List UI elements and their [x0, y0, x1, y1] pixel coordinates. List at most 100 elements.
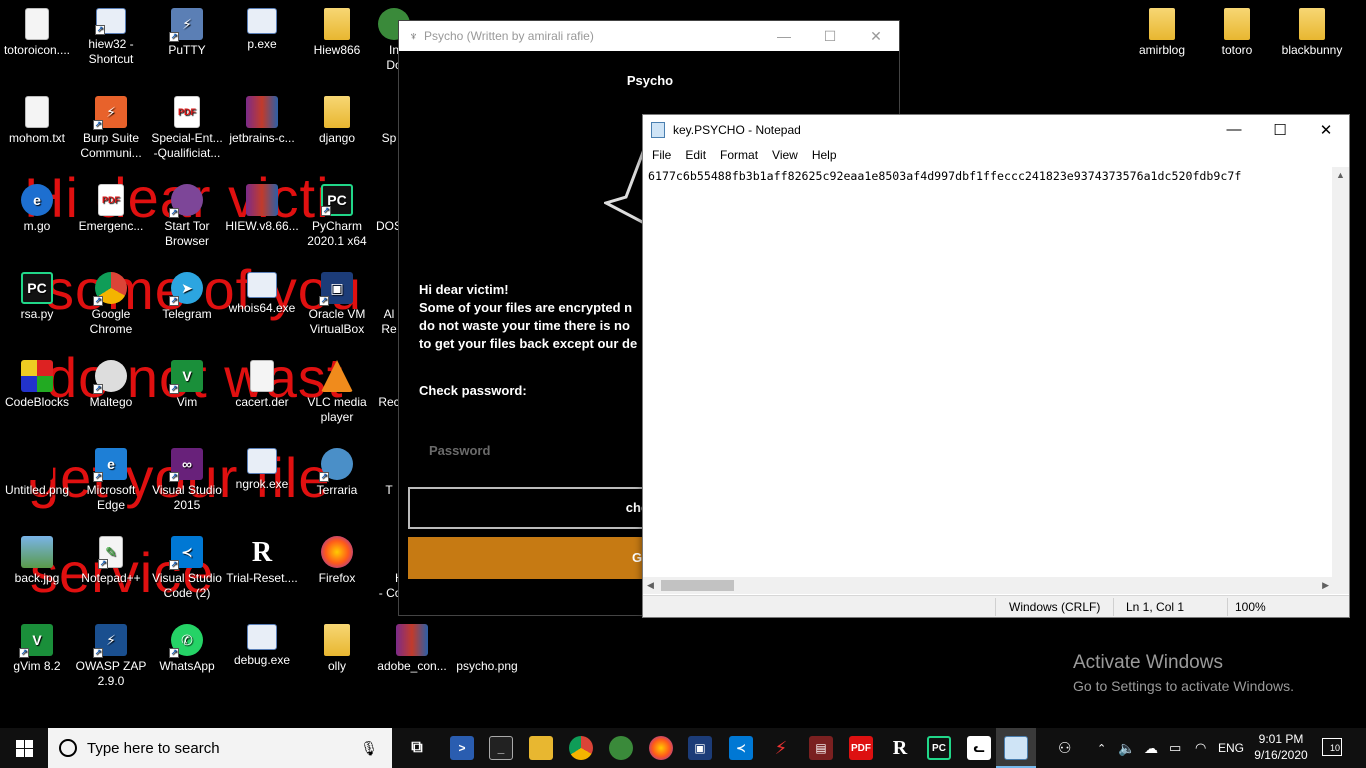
desktop-icon-hiew32[interactable]: ↗ hiew32 - Shortcut [73, 8, 149, 67]
maximize-button[interactable]: ☐ [1257, 121, 1303, 139]
horizontal-scrollbar[interactable]: ◀ ▶ [643, 577, 1333, 594]
desktop-icon-telegram[interactable]: ➤ ↗ Telegram [149, 272, 225, 322]
desktop-icon-untitled-png[interactable]: Untitled.png [0, 448, 75, 498]
desktop-icon-vlc[interactable]: VLC media player [299, 360, 375, 425]
close-button[interactable]: ✕ [853, 28, 899, 45]
notepad-taskbar-icon[interactable] [1004, 736, 1028, 760]
desktop-icon-tor[interactable]: ↗ Start Tor Browser [149, 184, 225, 249]
folder-icon [1149, 8, 1175, 40]
show-hidden-icons-icon[interactable]: ⌃ [1097, 728, 1106, 768]
desktop-icon-totoroicon[interactable]: totoroicon.... [0, 8, 75, 58]
virtualbox-taskbar-icon[interactable]: ▣ [688, 736, 712, 760]
taskbar-search-box[interactable]: Type here to search 🎙 [48, 728, 392, 768]
notepad-window[interactable]: key.PSYCHO - Notepad — ☐ ✕ File Edit For… [642, 114, 1350, 618]
notepad-text-area[interactable]: 6177c6b55488fb3b1aff82625c92eaa1e8503af4… [645, 167, 1333, 579]
desktop-icon-gvim[interactable]: V ↗ gVim 8.2 [0, 624, 75, 674]
app-taskbar-icon[interactable]: ▤ [809, 736, 833, 760]
desktop-icon-firefox[interactable]: Firefox [299, 536, 375, 586]
desktop-icon-codeblocks[interactable]: CodeBlocks [0, 360, 75, 410]
desktop-icon-m-go[interactable]: e m.go [0, 184, 75, 234]
desktop-icon-back-jpg[interactable]: back.jpg [0, 536, 75, 586]
browser-taskbar-icon[interactable] [609, 736, 633, 760]
vscode-taskbar-icon[interactable]: ≺ [729, 736, 753, 760]
menu-view[interactable]: View [765, 148, 805, 162]
desktop-icon-debug[interactable]: debug.exe [224, 624, 300, 668]
desktop-icon-putty[interactable]: ⚡ ↗ PuTTY [149, 8, 225, 58]
desktop-icon-amirblog[interactable]: amirblog [1124, 8, 1200, 58]
r-taskbar-icon[interactable]: R [888, 736, 912, 760]
burp-taskbar-icon[interactable]: ⚡ [769, 736, 793, 760]
menu-edit[interactable]: Edit [678, 148, 713, 162]
language-indicator[interactable]: ENG [1218, 728, 1244, 768]
desktop-icon-vim[interactable]: V ↗ Vim [149, 360, 225, 410]
desktop-icon-mohom[interactable]: mohom.txt [0, 96, 75, 146]
desktop-icon-whois64[interactable]: whois64.exe [224, 272, 300, 316]
vlc-icon [321, 360, 353, 392]
desktop-icon-totoro[interactable]: totoro [1199, 8, 1275, 58]
notepad-titlebar[interactable]: key.PSYCHO - Notepad — ☐ ✕ [643, 115, 1349, 145]
app-window-icon [247, 624, 277, 650]
maximize-button[interactable]: ☐ [807, 28, 853, 45]
start-button[interactable] [0, 728, 48, 768]
task-view-icon[interactable]: ⧉ [405, 736, 429, 760]
desktop-icon-notepadpp[interactable]: ✎ ↗ Notepad++ [73, 536, 149, 586]
scroll-right-arrow-icon[interactable]: ▶ [1322, 577, 1329, 594]
onedrive-icon[interactable]: ☁ [1144, 728, 1158, 768]
desktop-icon-jetbrains[interactable]: jetbrains-c... [224, 96, 300, 146]
desktop-icon-blackbunny[interactable]: blackbunny [1274, 8, 1350, 58]
desktop-icon-ngrok[interactable]: ngrok.exe [224, 448, 300, 492]
firefox-taskbar-icon[interactable] [649, 736, 673, 760]
powershell-taskbar-icon[interactable]: > [450, 736, 474, 760]
microphone-icon[interactable]: 🎙 [360, 740, 378, 757]
desktop-icon-adobe-con[interactable]: adobe_con... [374, 624, 450, 674]
cat-app-taskbar-icon[interactable]: ᓚ [967, 736, 991, 760]
desktop-icon-special-ent[interactable]: PDF Special-Ent... -Qualificiat... [149, 96, 225, 161]
desktop-icon-pycharm[interactable]: PC ↗ PyCharm 2020.1 x64 [299, 184, 375, 249]
scroll-left-arrow-icon[interactable]: ◀ [647, 577, 654, 594]
horizontal-scroll-thumb[interactable] [661, 580, 734, 591]
desktop-icon-rsa-py[interactable]: PC rsa.py [0, 272, 75, 322]
desktop-icon-emergenc[interactable]: PDF Emergenc... [73, 184, 149, 234]
volume-icon[interactable]: 🔈 [1118, 728, 1135, 768]
acrobat-taskbar-icon[interactable]: PDF [849, 736, 873, 760]
desktop-icon-virtualbox[interactable]: ▣ ↗ Oracle VM VirtualBox [299, 272, 375, 337]
desktop-icon-maltego[interactable]: ↗ Maltego [73, 360, 149, 410]
file-explorer-taskbar-icon[interactable] [529, 736, 553, 760]
pycharm-taskbar-icon[interactable]: PC [927, 736, 951, 760]
notepad-title: key.PSYCHO - Notepad [673, 123, 801, 137]
desktop-icon-django[interactable]: django [299, 96, 375, 146]
status-zoom: 100% [1235, 600, 1266, 614]
desktop-icon-edge[interactable]: e ↗ Microsoft Edge [73, 448, 149, 513]
vertical-scrollbar[interactable]: ▲ [1332, 167, 1349, 577]
app-window-icon [247, 272, 277, 298]
desktop-icon-psycho-png[interactable]: psycho.png [449, 624, 525, 674]
scroll-up-arrow-icon[interactable]: ▲ [1332, 167, 1349, 184]
desktop-icon-whatsapp[interactable]: ✆ ↗ WhatsApp [149, 624, 225, 674]
desktop-icon-owasp[interactable]: ⚡ ↗ OWASP ZAP 2.9.0 [73, 624, 149, 689]
desktop-icon-trial-reset[interactable]: R Trial-Reset.... [224, 536, 300, 586]
minimize-button[interactable]: — [761, 28, 807, 45]
taskbar-clock[interactable]: 9:01 PM 9/16/2020 [1244, 731, 1318, 763]
menu-help[interactable]: Help [805, 148, 844, 162]
people-icon[interactable]: ⚇ [1058, 728, 1071, 768]
battery-icon[interactable]: ▭ [1169, 728, 1181, 768]
desktop-icon-vs2015[interactable]: ∞ ↗ Visual Studio 2015 [149, 448, 225, 513]
desktop-icon-terraria[interactable]: ↗ Terraria [299, 448, 375, 498]
desktop-icon-olly[interactable]: olly [299, 624, 375, 674]
desktop-icon-hiew-v8[interactable]: HIEW.v8.66... [224, 184, 300, 234]
menu-file[interactable]: File [645, 148, 678, 162]
notification-center-icon[interactable]: 10 [1322, 738, 1342, 756]
cmd-taskbar-icon[interactable]: _ [489, 736, 513, 760]
chrome-taskbar-icon[interactable] [569, 736, 593, 760]
desktop-icon-vscode[interactable]: ≺ ↗ Visual Studio Code (2) [149, 536, 225, 601]
desktop-icon-p-exe[interactable]: p.exe [224, 8, 300, 52]
desktop-icon-burp[interactable]: ⚡ ↗ Burp Suite Communi... [73, 96, 149, 161]
wifi-icon[interactable]: ◠ [1195, 728, 1206, 768]
close-button[interactable]: ✕ [1303, 121, 1349, 139]
desktop-icon-cacert[interactable]: cacert.der [224, 360, 300, 410]
desktop-icon-chrome[interactable]: ↗ Google Chrome [73, 272, 149, 337]
menu-format[interactable]: Format [713, 148, 765, 162]
minimize-button[interactable]: — [1211, 121, 1257, 139]
desktop-icon-hiew866[interactable]: Hiew866 [299, 8, 375, 58]
psycho-titlebar[interactable]: ♆ Psycho (Written by amirali rafie) — ☐ … [399, 21, 899, 51]
